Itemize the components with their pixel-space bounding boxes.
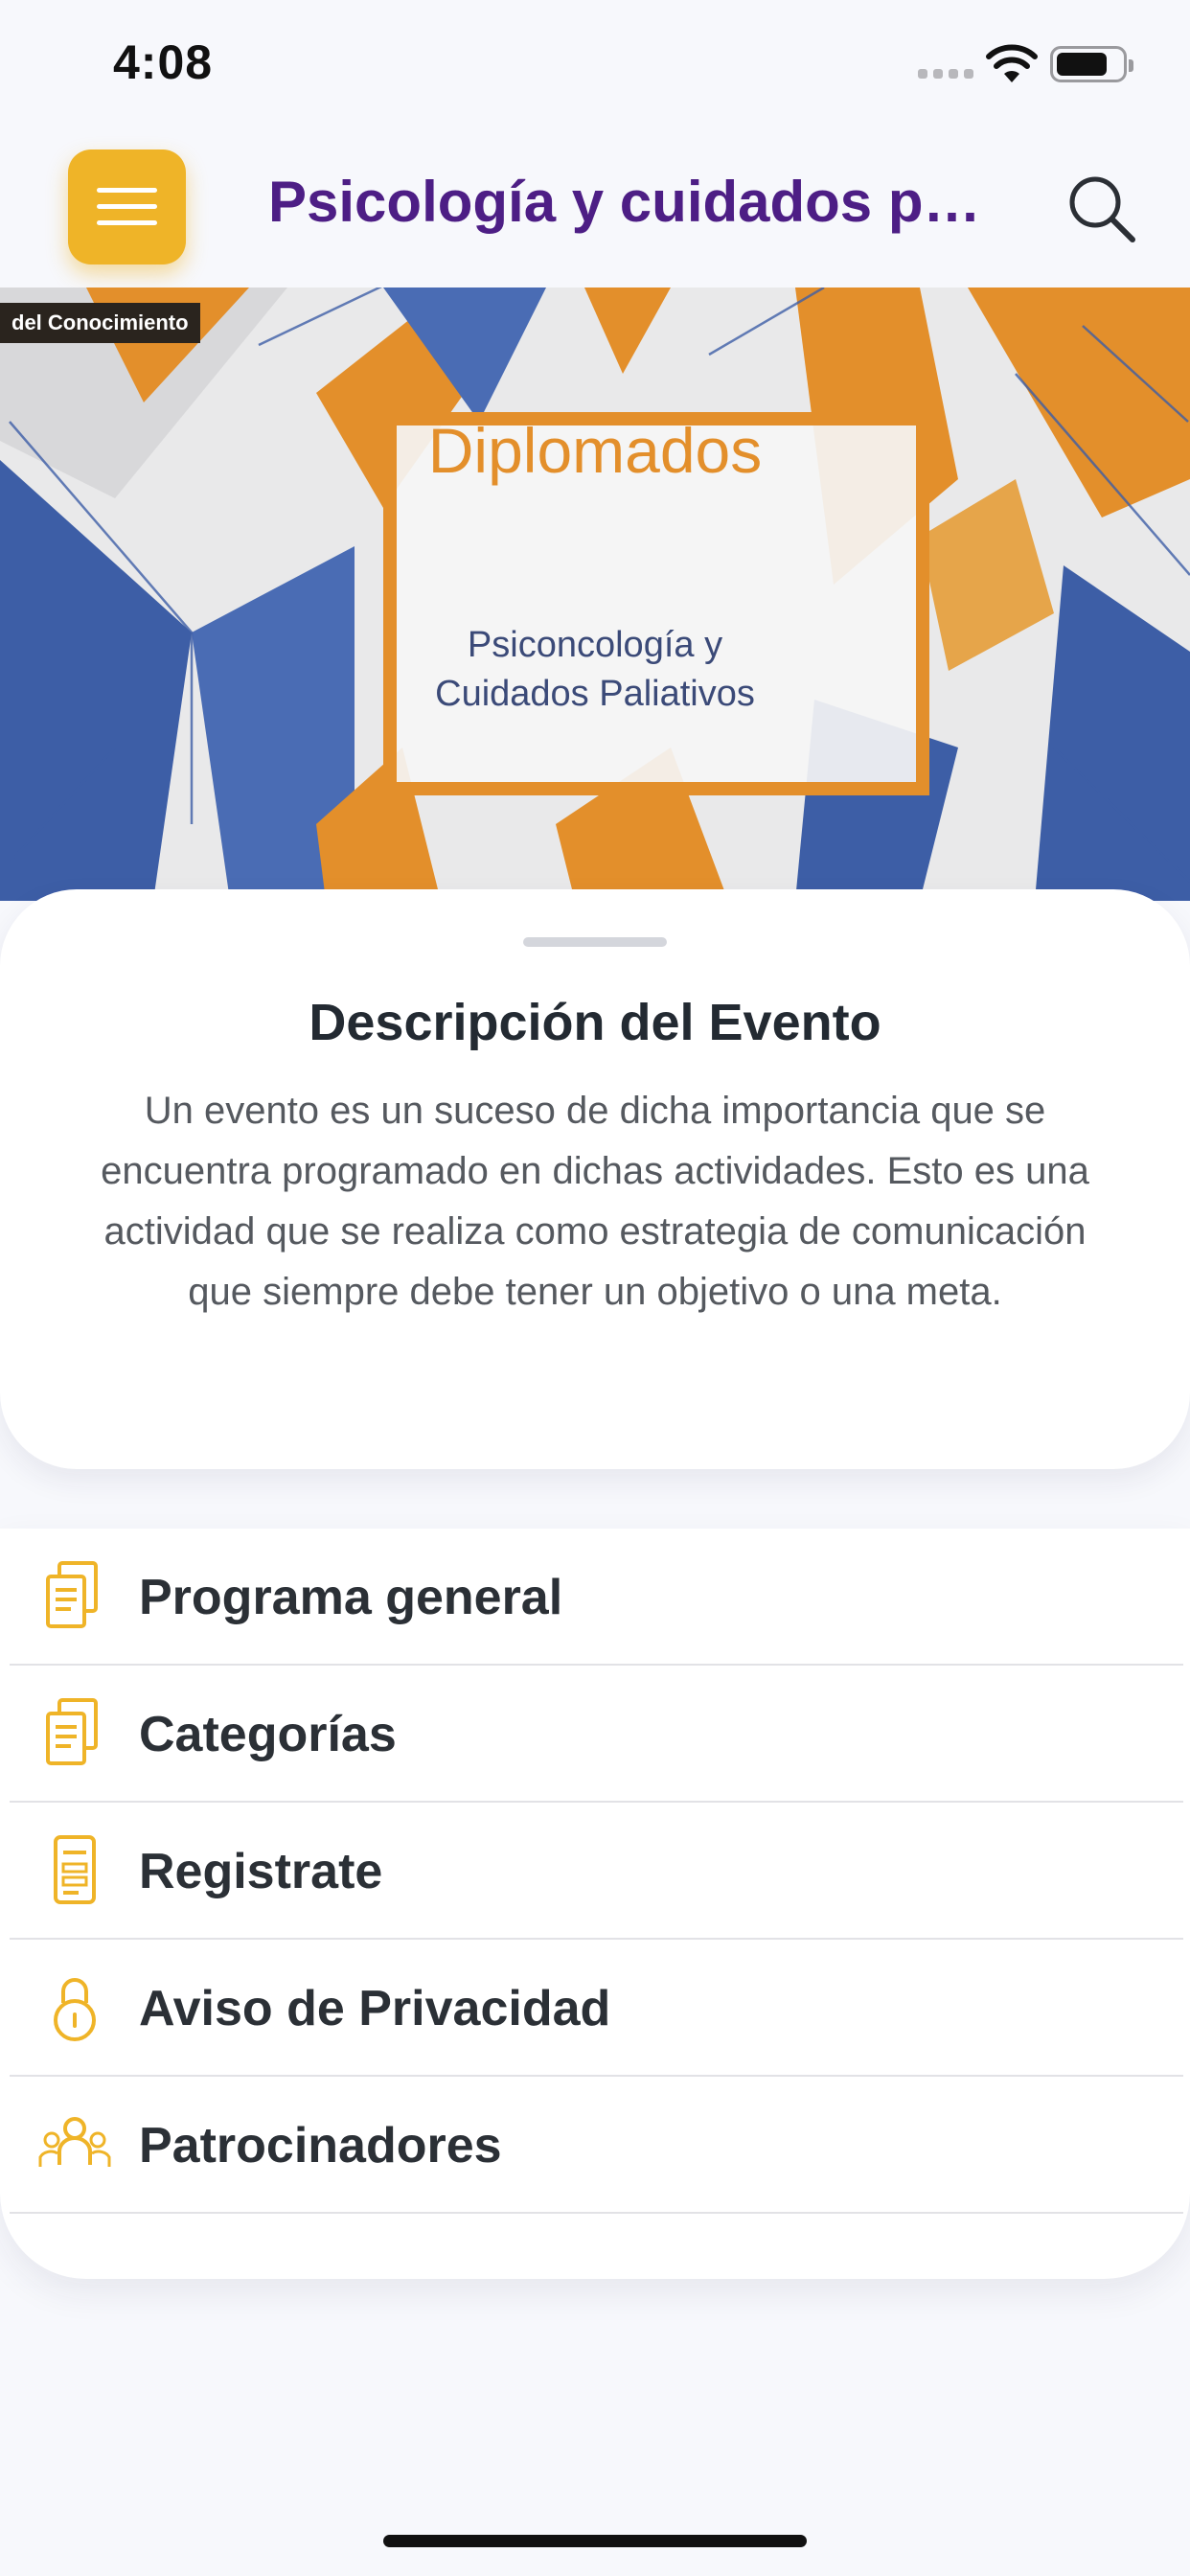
home-indicator bbox=[383, 2535, 807, 2547]
menu-item-label: Patrocinadores bbox=[139, 2118, 502, 2174]
status-time: 4:08 bbox=[113, 35, 214, 89]
battery-icon bbox=[1050, 46, 1133, 82]
document-icon bbox=[46, 1561, 98, 1628]
menu-item-registrate[interactable]: Registrate bbox=[10, 1803, 1183, 1940]
menu-list: Programa general Categorías Registrate A… bbox=[0, 1529, 1190, 2279]
description-title: Descripción del Evento bbox=[309, 994, 881, 1051]
menu-item-label: Programa general bbox=[139, 1570, 563, 1625]
status-bar: 4:08 bbox=[0, 0, 1190, 129]
wifi-icon bbox=[986, 44, 1038, 82]
banner-subtitle-line1: Psiconcología y bbox=[467, 625, 723, 665]
banner-tag: del Conocimiento bbox=[0, 303, 200, 343]
menu-item-label: Categorías bbox=[139, 1707, 397, 1762]
menu-item-aviso-privacidad[interactable]: Aviso de Privacidad bbox=[10, 1940, 1183, 2077]
document-icon bbox=[46, 1698, 98, 1765]
description-card: Descripción del Evento Un evento es un s… bbox=[0, 889, 1190, 1469]
drag-handle[interactable] bbox=[523, 937, 667, 947]
menu-item-label: Aviso de Privacidad bbox=[139, 1981, 611, 2036]
form-icon bbox=[54, 1835, 96, 1904]
banner-subtitle-line2: Cuidados Paliativos bbox=[435, 674, 755, 714]
menu-button[interactable] bbox=[68, 150, 186, 264]
search-icon[interactable] bbox=[1064, 171, 1140, 247]
menu-item-categorias[interactable]: Categorías bbox=[10, 1666, 1183, 1803]
people-icon bbox=[38, 2117, 111, 2167]
cellular-signal-icon bbox=[918, 69, 973, 79]
app-header: Psicología y cuidados paliativos bbox=[0, 144, 1190, 288]
menu-item-patrocinadores[interactable]: Patrocinadores bbox=[10, 2077, 1183, 2214]
event-banner: del Conocimiento Diplomados Psiconcologí… bbox=[0, 288, 1190, 901]
menu-item-programa-general[interactable]: Programa general bbox=[10, 1529, 1183, 1666]
menu-item-label: Registrate bbox=[139, 1844, 383, 1899]
banner-title: Diplomados bbox=[427, 415, 763, 486]
page-title: Psicología y cuidados paliativos bbox=[268, 170, 996, 234]
lock-icon bbox=[54, 1978, 96, 2041]
description-body: Un evento es un suceso de dicha importan… bbox=[101, 1090, 1089, 1313]
